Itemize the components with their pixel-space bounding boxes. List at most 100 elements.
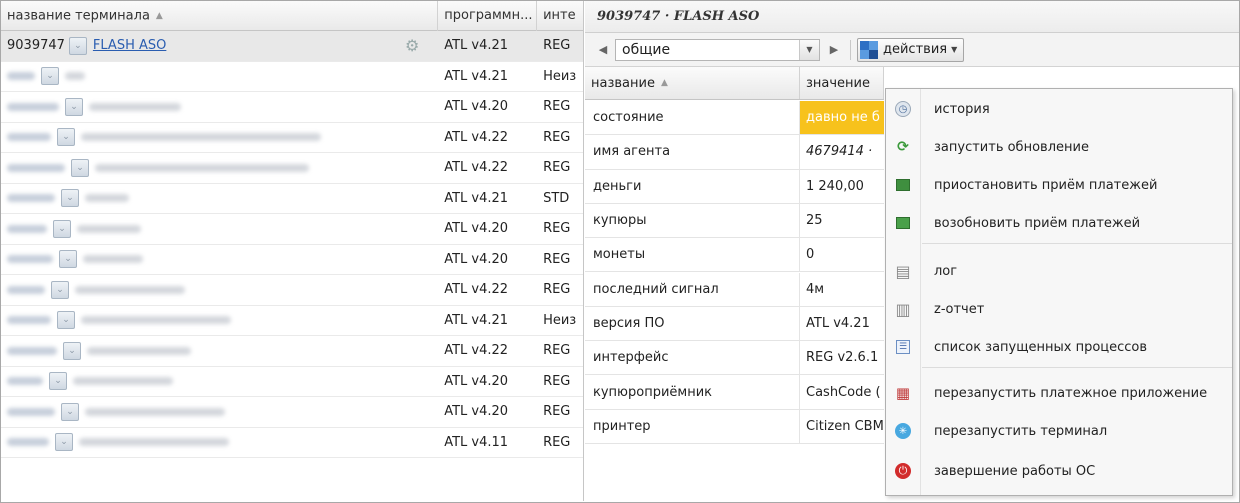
table-row[interactable]: ⌄ ATL v4.21 Неиз — [1, 306, 583, 336]
column-header-value[interactable]: значение — [800, 67, 884, 99]
property-name: версия ПО — [585, 306, 800, 341]
expand-toggle-icon[interactable]: ⌄ — [71, 158, 89, 177]
menu-item-label: перезапустить терминал — [934, 423, 1108, 439]
column-header-name[interactable]: название ▲ — [585, 67, 800, 99]
table-row[interactable]: ⌄ ATL v4.21 Неиз — [1, 62, 583, 92]
menu-item-z-report[interactable]: ▥ z-отчет — [886, 291, 1232, 327]
program-cell: ATL v4.11 — [444, 434, 509, 450]
expand-toggle-icon[interactable]: ⌄ — [65, 97, 83, 116]
menu-item-label: запустить обновление — [934, 139, 1089, 155]
expand-toggle-icon[interactable]: ⌄ — [63, 341, 81, 360]
property-row[interactable]: купюроприёмник CashCode ( — [585, 375, 884, 410]
menu-item-shutdown[interactable]: ⏻ завершение работы ОС — [886, 453, 1232, 489]
actions-button[interactable]: действия ▼ — [857, 37, 965, 62]
column-header-label: программн... — [444, 8, 533, 23]
property-value: 25 — [806, 213, 823, 229]
interface-cell: REG — [543, 38, 571, 54]
property-row[interactable]: монеты 0 — [585, 238, 884, 273]
property-row[interactable]: состояние давно не б — [585, 101, 884, 136]
actions-label: действия — [883, 42, 948, 57]
expand-toggle-icon[interactable]: ⌄ — [53, 219, 71, 238]
redacted-terminal-name — [81, 133, 321, 142]
table-row[interactable]: ⌄ ATL v4.22 REG — [1, 123, 583, 153]
table-row[interactable]: ⌄ ATL v4.21 STD — [1, 184, 583, 214]
table-row[interactable]: ⌄ ATL v4.22 REG — [1, 153, 583, 184]
section-select-value: общие — [622, 41, 671, 58]
expand-toggle-icon[interactable]: ⌄ — [57, 311, 75, 330]
redacted-terminal-name — [85, 194, 129, 203]
menu-item-update[interactable]: ⟳ запустить обновление — [886, 129, 1232, 165]
prev-section-icon[interactable]: ◀ — [595, 43, 611, 56]
program-cell: ATL v4.22 — [444, 160, 509, 176]
expand-toggle-icon[interactable]: ⌄ — [68, 36, 87, 55]
chevron-down-icon[interactable]: ▼ — [799, 39, 819, 60]
terminal-name-cell: ⌄ — [1, 245, 438, 275]
expand-toggle-icon[interactable]: ⌄ — [57, 128, 75, 147]
expand-toggle-icon[interactable]: ⌄ — [59, 250, 77, 269]
next-section-icon[interactable]: ▶ — [826, 43, 842, 56]
expand-toggle-icon[interactable]: ⌄ — [55, 433, 73, 452]
menu-item-resume-payments[interactable]: возобновить приём платежей — [886, 205, 1232, 241]
table-row-selected[interactable]: 9039747 ⌄ FLASH ASO ⚙ ATL v4.21 REG — [1, 31, 583, 62]
expand-toggle-icon[interactable]: ⌄ — [51, 280, 69, 299]
property-value: ATL v4.21 — [806, 315, 870, 331]
program-cell: ATL v4.20 — [444, 99, 509, 115]
column-header-program[interactable]: программн... — [438, 1, 538, 31]
property-row[interactable]: имя агента 4679414 · — [585, 135, 884, 170]
redacted-terminal-id — [7, 285, 45, 294]
property-row[interactable]: последний сигнал 4м — [585, 272, 884, 307]
property-name: купюры — [585, 203, 800, 238]
terminal-name-cell: ⌄ — [1, 214, 438, 244]
section-select[interactable]: общие ▼ — [615, 38, 820, 61]
property-value: давно не б — [800, 101, 884, 135]
expand-toggle-icon[interactable]: ⌄ — [61, 189, 79, 208]
redacted-terminal-name — [89, 102, 181, 111]
expand-toggle-icon[interactable]: ⌄ — [41, 67, 59, 86]
table-row[interactable]: ⌄ ATL v4.20 REG — [1, 245, 583, 275]
menu-item-restart-terminal[interactable]: ✳ перезапустить терминал — [886, 413, 1232, 449]
column-header-label: название — [591, 76, 655, 91]
redacted-terminal-id — [7, 133, 51, 142]
menu-item-pause-payments[interactable]: приостановить приём платежей — [886, 167, 1232, 203]
table-row[interactable]: ⌄ ATL v4.22 REG — [1, 275, 583, 306]
menu-item-label: лог — [934, 263, 958, 279]
detail-title-name: FLASH ASO — [673, 9, 760, 24]
program-cell: ATL v4.20 — [444, 373, 509, 389]
property-row[interactable]: интерфейс REG v2.6.1 — [585, 341, 884, 376]
toolbar-divider — [850, 39, 851, 60]
property-row[interactable]: версия ПО ATL v4.21 — [585, 306, 884, 342]
interface-cell: Неиз — [543, 68, 577, 84]
interface-cell: REG — [543, 99, 571, 115]
terminal-name-cell: ⌄ — [1, 184, 438, 214]
table-row[interactable]: ⌄ ATL v4.20 REG — [1, 214, 583, 245]
expand-toggle-icon[interactable]: ⌄ — [49, 372, 67, 391]
table-row[interactable]: ⌄ ATL v4.20 REG — [1, 92, 583, 123]
menu-item-log[interactable]: ▤ лог — [886, 253, 1232, 289]
interface-cell: REG — [543, 160, 571, 176]
column-header-label: название терминала — [7, 8, 150, 24]
menu-item-history[interactable]: ◷ история — [886, 91, 1232, 127]
interface-cell: Неиз — [543, 312, 577, 328]
restart-app-icon: ▦ — [895, 384, 911, 402]
column-header-label: значение — [806, 76, 871, 91]
table-row[interactable]: ⌄ ATL v4.20 REG — [1, 367, 583, 397]
terminal-name-link[interactable]: FLASH ASO — [93, 38, 166, 53]
redacted-terminal-id — [7, 194, 55, 203]
sort-asc-icon: ▲ — [660, 78, 668, 88]
table-row[interactable]: ⌄ ATL v4.22 REG — [1, 336, 583, 367]
expand-toggle-icon[interactable]: ⌄ — [61, 402, 79, 421]
column-header-terminal-name[interactable]: название терминала ▲ — [1, 1, 439, 31]
column-header-interface[interactable]: инте — [537, 1, 583, 31]
property-row[interactable]: принтер Citizen CBM — [585, 409, 884, 444]
gear-icon[interactable]: ⚙ — [405, 37, 423, 55]
redacted-terminal-id — [7, 346, 57, 355]
table-row[interactable]: ⌄ ATL v4.20 REG — [1, 397, 583, 428]
log-icon: ▤ — [895, 261, 911, 281]
property-row[interactable]: купюры 25 — [585, 203, 884, 239]
program-cell: ATL v4.22 — [444, 129, 509, 145]
property-row[interactable]: деньги 1 240,00 — [585, 169, 884, 204]
menu-item-restart-app[interactable]: ▦ перезапустить платежное приложение — [886, 375, 1232, 411]
menu-item-process-list[interactable]: ☰ список запущенных процессов — [886, 329, 1232, 365]
column-header-label: инте — [543, 8, 576, 23]
table-row[interactable]: ⌄ ATL v4.11 REG — [1, 428, 583, 458]
